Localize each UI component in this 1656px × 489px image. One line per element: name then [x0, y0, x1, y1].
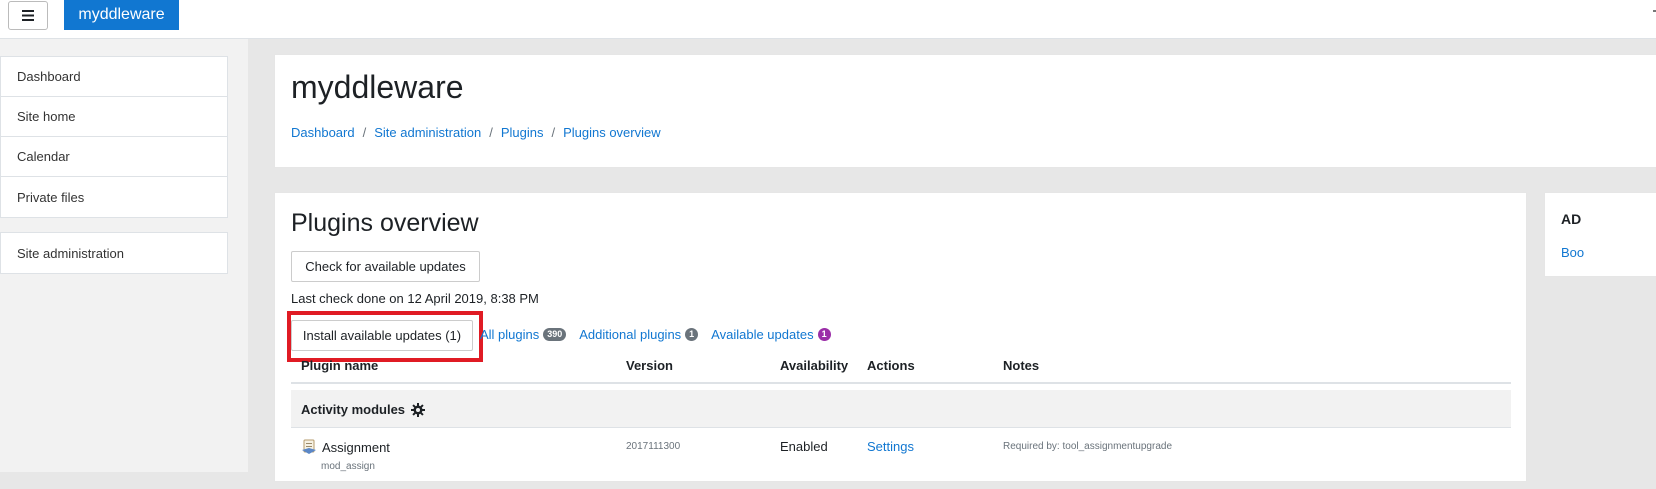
breadcrumb-dashboard[interactable]: Dashboard: [291, 125, 355, 140]
nav-admin-group: Site administration: [0, 232, 228, 274]
column-header-plugin-name: Plugin name: [301, 358, 379, 373]
category-row: Activity modules: [291, 390, 1511, 428]
breadcrumb-site-administration[interactable]: Site administration: [374, 125, 481, 140]
breadcrumb-plugins-overview[interactable]: Plugins overview: [563, 125, 661, 140]
nav-drawer: Dashboard Site home Calendar Private fil…: [0, 39, 248, 472]
menu-toggle-button[interactable]: [8, 1, 48, 30]
nav-main-group: Dashboard Site home Calendar Private fil…: [0, 56, 228, 218]
filter-label: All plugins: [480, 327, 540, 342]
check-updates-button[interactable]: Check for available updates: [291, 251, 480, 282]
nav-item-site-home[interactable]: Site home: [1, 97, 227, 137]
breadcrumb: Dashboard / Site administration / Plugin…: [291, 125, 661, 140]
breadcrumb-plugins[interactable]: Plugins: [501, 125, 544, 140]
nav-item-private-files[interactable]: Private files: [1, 177, 227, 217]
block-link[interactable]: Boo: [1561, 245, 1584, 260]
count-badge: 390: [543, 328, 567, 341]
breadcrumb-separator: /: [489, 125, 493, 140]
filter-available-updates[interactable]: Available updates 1: [711, 327, 831, 342]
nav-item-dashboard[interactable]: Dashboard: [1, 57, 227, 97]
breadcrumb-separator: /: [362, 125, 367, 140]
page-header: myddleware Dashboard / Site administrati…: [274, 54, 1656, 168]
nav-item-site-administration[interactable]: Site administration: [1, 233, 227, 273]
column-header-notes: Notes: [1003, 358, 1040, 373]
filter-label: Additional plugins: [579, 327, 682, 342]
count-badge: 1: [817, 328, 831, 341]
hamburger-icon: [22, 10, 34, 21]
nav-item-calendar[interactable]: Calendar: [1, 137, 227, 177]
last-check-text: Last check done on 12 April 2019, 8:38 P…: [291, 291, 539, 306]
plugin-name: Assignment: [322, 439, 390, 455]
column-header-version: Version: [626, 358, 673, 373]
plugin-component: mod_assign: [321, 461, 375, 472]
gear-icon[interactable]: [411, 402, 426, 417]
plugin-notes: Required by: tool_assignmentupgrade: [1003, 441, 1172, 452]
top-navbar: myddleware: [0, 0, 1656, 39]
filter-label: Available updates: [711, 327, 814, 342]
count-badge: 1: [685, 328, 699, 341]
site-brand-link[interactable]: myddleware: [64, 0, 179, 30]
plugin-name-cell: Assignment: [301, 439, 390, 455]
table-row: Assignment mod_assign 2017111300 Enabled…: [291, 429, 1511, 489]
assignment-icon: [302, 439, 316, 454]
plugin-settings-link[interactable]: Settings: [867, 439, 914, 454]
filter-all-plugins[interactable]: All plugins 390: [480, 327, 567, 342]
category-label: Activity modules: [301, 402, 406, 417]
table-header: Plugin name Version Availability Actions…: [291, 341, 1511, 384]
filter-additional-plugins[interactable]: Additional plugins 1: [579, 327, 699, 342]
block-title: AD: [1561, 211, 1582, 227]
section-heading: Plugins overview: [291, 209, 479, 237]
admin-bookmarks-block: AD Boo: [1544, 192, 1656, 277]
page-title: myddleware: [291, 69, 464, 105]
plugin-version: 2017111300: [626, 441, 681, 452]
breadcrumb-separator: /: [551, 125, 556, 140]
main-region: Plugins overview Check for available upd…: [274, 192, 1527, 482]
column-header-availability: Availability: [780, 358, 849, 373]
plugin-filters: All plugins 390 Additional plugins 1 Ava…: [480, 327, 844, 342]
plugin-availability: Enabled: [780, 439, 828, 454]
category-name: Activity modules: [301, 402, 426, 417]
column-header-actions: Actions: [867, 358, 915, 373]
